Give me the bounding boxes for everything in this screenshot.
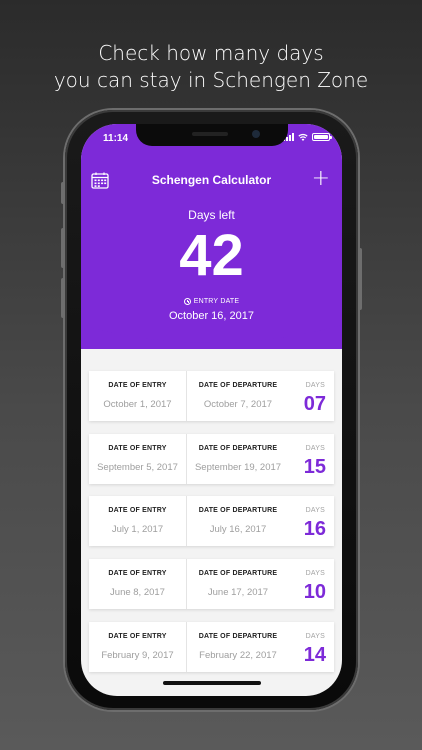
mute-switch <box>61 182 65 204</box>
volume-down-button <box>61 278 65 318</box>
notch <box>136 124 288 146</box>
entry-date: September 5, 2017 <box>97 461 178 473</box>
departure-date: September 19, 2017 <box>194 461 282 473</box>
add-trip-button[interactable]: + <box>312 168 330 190</box>
trip-list: DATE OF ENTRY October 1, 2017 DATE OF DE… <box>89 371 334 684</box>
departure-label: DATE OF DEPARTURE <box>198 507 278 515</box>
entry-label: DATE OF ENTRY <box>108 507 167 515</box>
status-icons <box>283 133 332 141</box>
promo-caption: Check how many days you can stay in Sche… <box>0 40 422 94</box>
departure-date: July 16, 2017 <box>209 524 267 536</box>
entry-date: July 1, 2017 <box>111 524 164 536</box>
entry-date-label: ENTRY DATE <box>81 298 342 305</box>
days-value: 16 <box>303 518 326 541</box>
volume-up-button <box>61 228 65 268</box>
days-value: 07 <box>303 393 326 415</box>
status-time: 11:14 <box>103 133 129 144</box>
days-column: DAYS 10 <box>289 559 334 609</box>
days-column: DAYS 14 <box>289 622 334 672</box>
departure-date: October 7, 2017 <box>203 399 273 410</box>
days-value: 10 <box>303 581 326 604</box>
departure-column: DATE OF DEPARTURE February 22, 2017 <box>186 621 289 672</box>
app-screen: 11:14 Schengen Calculator + Days left 42… <box>81 124 342 696</box>
days-left-label: Days left <box>188 208 235 222</box>
days-label: DAYS <box>305 382 325 389</box>
entry-column: DATE OF ENTRY July 1, 2017 <box>89 496 186 546</box>
departure-column: DATE OF DEPARTURE July 16, 2017 <box>186 496 289 547</box>
departure-column: DATE OF DEPARTURE September 19, 2017 <box>186 433 289 484</box>
clock-icon <box>183 298 191 305</box>
battery-icon <box>312 133 332 141</box>
entry-label: DATE OF ENTRY <box>108 382 167 389</box>
entry-date: February 9, 2017 <box>101 649 174 661</box>
wifi-icon <box>298 133 308 141</box>
departure-date: February 22, 2017 <box>199 649 277 661</box>
departure-label: DATE OF DEPARTURE <box>198 632 278 640</box>
side-button <box>358 248 362 310</box>
departure-column: DATE OF DEPARTURE October 7, 2017 <box>186 371 289 421</box>
days-label: DAYS <box>305 570 325 578</box>
entry-label: DATE OF ENTRY <box>108 632 167 640</box>
entry-label: DATE OF ENTRY <box>108 444 167 452</box>
days-column: DAYS 07 <box>289 371 334 421</box>
caption-line-1: Check how many days <box>98 41 324 65</box>
days-left-value: 42 <box>179 223 244 288</box>
entry-column: DATE OF ENTRY October 1, 2017 <box>89 371 186 421</box>
days-label: DAYS <box>305 507 325 515</box>
days-value: 15 <box>303 455 326 478</box>
entry-column: DATE OF ENTRY September 5, 2017 <box>89 434 186 484</box>
header-curve <box>81 319 342 343</box>
trip-card[interactable]: DATE OF ENTRY October 1, 2017 DATE OF DE… <box>89 371 334 421</box>
entry-column: DATE OF ENTRY February 9, 2017 <box>89 622 186 672</box>
front-camera <box>252 130 260 138</box>
days-column: DAYS 15 <box>289 434 334 484</box>
days-label: DAYS <box>305 632 325 640</box>
departure-label: DATE OF DEPARTURE <box>198 444 278 452</box>
departure-label: DATE OF DEPARTURE <box>198 382 278 389</box>
phone-frame: 11:14 Schengen Calculator + Days left 42… <box>61 110 362 710</box>
home-indicator[interactable] <box>163 681 261 685</box>
trip-card[interactable]: DATE OF ENTRY July 1, 2017 DATE OF DEPAR… <box>89 496 334 547</box>
entry-date-value[interactable]: October 16, 2017 <box>81 310 342 322</box>
entry-date: October 1, 2017 <box>103 399 172 410</box>
app-title: Schengen Calculator <box>151 173 272 187</box>
entry-label: DATE OF ENTRY <box>108 570 167 578</box>
days-value: 14 <box>303 643 326 666</box>
entry-column: DATE OF ENTRY June 8, 2017 <box>89 559 186 609</box>
days-column: DAYS 16 <box>289 496 334 546</box>
departure-label: DATE OF DEPARTURE <box>198 570 278 578</box>
speaker <box>192 132 228 136</box>
trip-card[interactable]: DATE OF ENTRY September 5, 2017 DATE OF … <box>89 433 334 484</box>
departure-column: DATE OF DEPARTURE June 17, 2017 <box>186 559 289 610</box>
trip-card[interactable]: DATE OF ENTRY February 9, 2017 DATE OF D… <box>89 621 334 672</box>
entry-date-label-text: ENTRY DATE <box>193 298 240 305</box>
departure-date: June 17, 2017 <box>207 587 269 599</box>
trip-card[interactable]: DATE OF ENTRY June 8, 2017 DATE OF DEPAR… <box>89 559 334 610</box>
caption-line-2: you can stay in Schengen Zone <box>53 68 369 92</box>
entry-date: June 8, 2017 <box>110 587 165 599</box>
days-label: DAYS <box>305 444 325 452</box>
